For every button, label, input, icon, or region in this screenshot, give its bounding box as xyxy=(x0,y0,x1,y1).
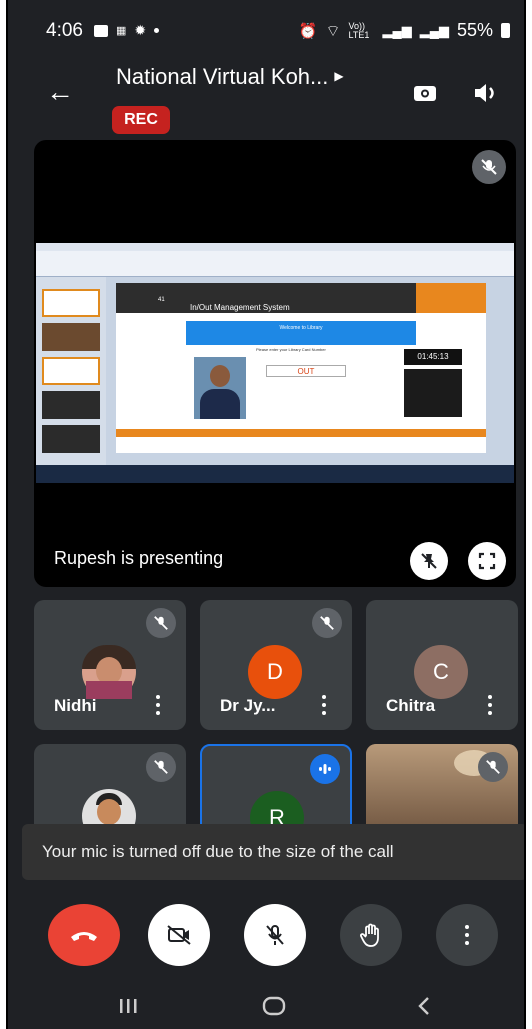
status-left-icons: ▦ ✹ xyxy=(94,22,160,39)
slide-canvas: 41 In/Out Management System Welcome to L… xyxy=(116,283,486,453)
welcome-text: Welcome to Library xyxy=(279,325,323,331)
taskbar xyxy=(36,465,514,483)
mic-off-toast: Your mic is turned off due to the size o… xyxy=(22,824,524,880)
participant-name: Chitra xyxy=(386,696,436,715)
window-titlebar xyxy=(36,243,514,251)
fullscreen-icon xyxy=(478,552,496,570)
mic-off-icon xyxy=(312,608,342,638)
back-icon[interactable] xyxy=(404,986,444,1026)
home-icon[interactable] xyxy=(254,986,294,1026)
volte-icon: Vo)) LTE1 xyxy=(348,20,370,40)
mic-off-icon xyxy=(266,925,284,945)
raise-hand-button[interactable] xyxy=(340,904,402,966)
camera-toggle-button[interactable] xyxy=(148,904,210,966)
alarm-icon: ⏰ xyxy=(298,22,318,40)
more-options-icon[interactable] xyxy=(322,695,326,715)
battery-icon xyxy=(501,23,510,38)
stats-panel xyxy=(404,369,462,417)
signal-icon: ▂▄▆ xyxy=(382,22,412,38)
presentation-view[interactable]: 41 In/Out Management System Welcome to L… xyxy=(34,140,516,587)
slide-footer-bar xyxy=(116,429,486,437)
dot-icon xyxy=(154,28,160,33)
status-right-icons: ⏰ ⌔ Vo)) LTE1 ▂▄▆ ▂▄▆ 55% xyxy=(299,20,510,41)
more-options-icon xyxy=(465,925,469,945)
mic-off-icon xyxy=(146,752,176,782)
prompt-text: Please enter your Library Card Number xyxy=(256,347,326,352)
camera-off-icon xyxy=(167,925,191,945)
participant-tile[interactable]: C Chitra xyxy=(366,600,518,730)
switch-camera-icon[interactable] xyxy=(410,78,440,108)
image-icon xyxy=(94,24,108,37)
avatar: D xyxy=(248,645,302,699)
thumbnail-pane xyxy=(36,277,106,473)
wifi-icon: ⌔ xyxy=(325,22,341,40)
unpin-icon xyxy=(421,553,437,569)
mic-off-icon xyxy=(478,752,508,782)
status-bar: 4:06 ▦ ✹ ⏰ ⌔ Vo)) LTE1 ▂▄▆ ▂▄▆ 55% xyxy=(8,0,524,56)
title-caret-icon: ▶ xyxy=(334,69,344,83)
slide-accent-bar xyxy=(416,283,486,313)
status-time: 4:06 xyxy=(46,20,83,41)
battery-percent: 55% xyxy=(456,20,493,40)
participant-tile[interactable]: D Dr Jy... xyxy=(200,600,352,730)
unpin-button[interactable] xyxy=(410,542,448,580)
meeting-title[interactable]: National Virtual Koh... ▶ xyxy=(116,64,344,90)
speaker-icon[interactable] xyxy=(470,78,500,108)
back-arrow-icon[interactable]: ← xyxy=(46,78,74,106)
avatar xyxy=(82,645,136,699)
phone-screen: 4:06 ▦ ✹ ⏰ ⌔ Vo)) LTE1 ▂▄▆ ▂▄▆ 55% ← Nat… xyxy=(6,0,526,1029)
mic-toggle-button[interactable] xyxy=(244,904,306,966)
participant-name: Dr Jy... xyxy=(220,696,276,715)
end-call-icon xyxy=(71,932,97,941)
end-call-button[interactable] xyxy=(48,904,120,966)
status-text: OUT xyxy=(297,367,315,376)
slide-number: 41 xyxy=(158,297,165,303)
presenter-mic-off-icon xyxy=(472,150,506,184)
meeting-title-text: National Virtual Koh... xyxy=(116,64,329,89)
fullscreen-button[interactable] xyxy=(468,542,506,580)
more-options-icon[interactable] xyxy=(156,695,160,715)
clock-box: 01:45:13 xyxy=(404,349,462,365)
ribbon xyxy=(36,251,514,277)
presenting-label: Rupesh is presenting xyxy=(54,548,224,568)
speaking-indicator-icon xyxy=(310,754,340,784)
clock-text: 01:45:13 xyxy=(417,352,449,361)
avatar: C xyxy=(414,645,468,699)
mic-off-icon xyxy=(146,608,176,638)
signal-icon: ▂▄▆ xyxy=(419,22,449,38)
shared-screen: 41 In/Out Management System Welcome to L… xyxy=(36,243,514,483)
user-photo xyxy=(194,357,246,419)
status-box: OUT xyxy=(266,365,346,377)
raise-hand-icon xyxy=(360,923,379,947)
participant-name: Nidhi xyxy=(54,696,97,715)
app-banner: Welcome to Library xyxy=(186,321,416,345)
participant-tile[interactable]: Nidhi xyxy=(34,600,186,730)
more-options-button[interactable] xyxy=(436,904,498,966)
rec-badge: REC xyxy=(112,106,170,134)
slide-app-title: In/Out Management System xyxy=(190,303,290,312)
more-options-icon[interactable] xyxy=(488,695,492,715)
dots-icon: ▦ xyxy=(116,25,127,37)
sun-icon: ✹ xyxy=(134,22,147,38)
recents-icon[interactable] xyxy=(108,986,148,1026)
